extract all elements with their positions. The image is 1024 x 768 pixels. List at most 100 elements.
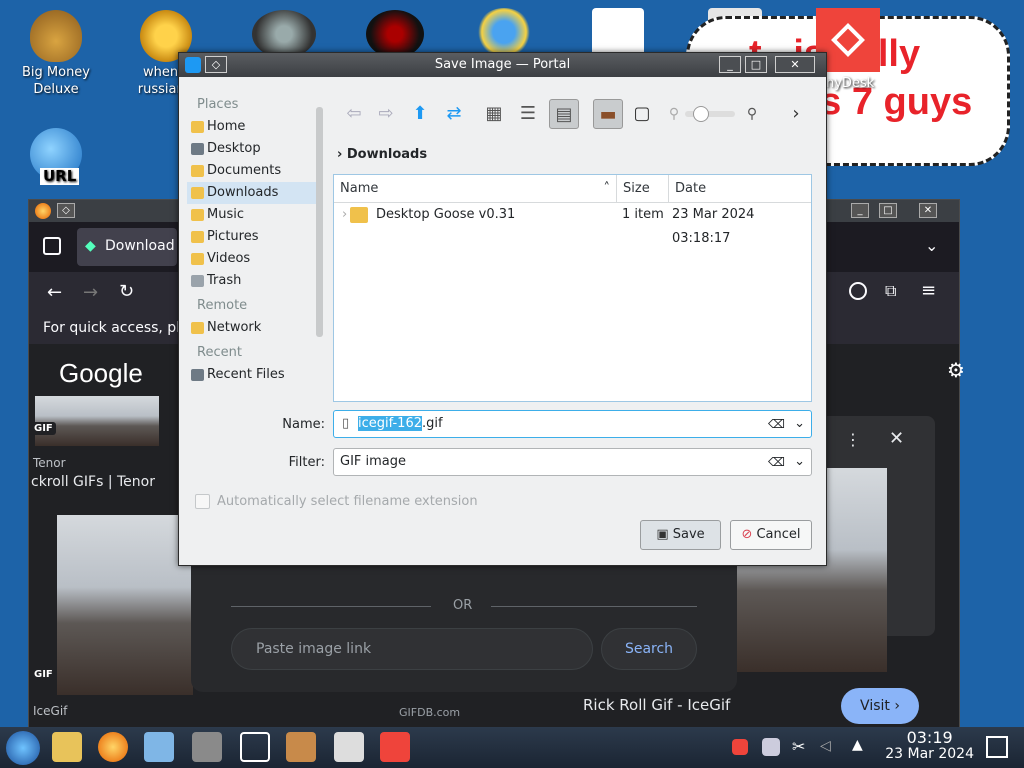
cancel-button[interactable]: ⊘ Cancel (730, 520, 812, 550)
places-item-trash[interactable]: Trash (187, 270, 317, 292)
places-item-music[interactable]: Music (187, 204, 317, 226)
network-folder-icon (191, 322, 204, 334)
detail-view-icon[interactable]: ▤ (549, 99, 579, 129)
tab-download[interactable]: ◆ Download (77, 228, 177, 266)
anydesk-taskbar-icon[interactable] (380, 732, 410, 762)
expand-chevron-icon[interactable]: › (342, 203, 347, 227)
result-source-icegif: IceGif (33, 704, 68, 718)
xwindow-icon[interactable] (334, 732, 364, 762)
preview-toggle-icon[interactable]: ▬ (593, 99, 623, 129)
visit-button[interactable]: Visit › (841, 688, 919, 724)
filter-combobox[interactable]: GIF image ⌫ ⌄ (333, 448, 812, 476)
clock[interactable]: 03:19 23 Mar 2024 (885, 729, 974, 763)
home-folder-icon (191, 121, 204, 133)
control-panel-icon[interactable] (144, 732, 174, 762)
places-item-videos[interactable]: Videos (187, 248, 317, 270)
dialog-maximize-button[interactable]: □ (745, 56, 767, 73)
browser-close-button[interactable]: ✕ (919, 203, 937, 218)
dialog-close-button[interactable]: ✕ (775, 56, 815, 73)
result-source-gifdb: GIFDB.com (399, 706, 461, 719)
chevron-down-icon[interactable]: ⌄ (794, 449, 805, 475)
reload-icon[interactable]: ⇄ (439, 99, 469, 129)
browser-maximize-button[interactable]: □ (879, 203, 897, 218)
image-search-popup: OR Paste image link Search (191, 564, 737, 692)
icons-view-icon[interactable]: ▦ (479, 99, 509, 129)
clipboard-tray-icon[interactable] (762, 738, 780, 756)
menu-icon[interactable]: ≡ (921, 280, 936, 301)
result-thumbnail-rick[interactable] (57, 515, 193, 695)
volume-tray-icon[interactable]: ◁ (820, 738, 831, 754)
red-disc-icon[interactable] (366, 10, 424, 58)
column-header-size[interactable]: Size (617, 175, 669, 203)
tray-expand-icon[interactable]: ▲ (852, 737, 863, 753)
clear-text-icon[interactable]: ⌫ (768, 411, 785, 437)
dialog-titlebar: ◇ Save Image — Portal _ □ ✕ (179, 53, 826, 77)
more-options-icon[interactable]: ⋮ (845, 430, 861, 449)
sun-globe-icon[interactable] (476, 8, 532, 56)
extensions-icon[interactable]: ⧉ (885, 281, 896, 301)
google-logo[interactable]: Google (59, 358, 143, 389)
back-arrow-icon[interactable]: ⇦ (339, 99, 369, 129)
zoom-slider-handle[interactable] (693, 106, 709, 122)
reload-icon[interactable]: ↻ (119, 281, 134, 302)
scissors-tray-icon[interactable]: ✂ (792, 737, 805, 756)
close-preview-icon[interactable]: ✕ (889, 428, 904, 449)
search-button[interactable]: Search (601, 628, 697, 670)
file-list[interactable]: Name ˄ Size Date › Desktop Goose v0.31 1 … (333, 174, 812, 402)
browser-minimize-button[interactable]: _ (851, 203, 869, 218)
table-row[interactable]: › Desktop Goose v0.31 1 item 23 Mar 2024… (334, 203, 811, 246)
preview-title[interactable]: Rick Roll Gif - IceGif (583, 696, 730, 714)
window-switcher-icon[interactable] (240, 732, 270, 762)
zoom-slider[interactable] (685, 106, 735, 122)
car-icon[interactable] (192, 732, 222, 762)
back-icon[interactable]: ← (47, 282, 62, 303)
file-manager-icon[interactable] (52, 732, 82, 762)
result-title[interactable]: ckroll GIFs | Tenor (31, 474, 155, 490)
places-scrollbar[interactable] (316, 107, 323, 337)
places-item-pictures[interactable]: Pictures (187, 226, 317, 248)
settings-gear-icon[interactable]: ⚙ (947, 358, 965, 382)
windows-shortcut-icon[interactable] (592, 8, 644, 56)
firefox-taskbar-icon[interactable] (98, 732, 128, 762)
column-header-name[interactable]: Name ˄ (334, 175, 617, 203)
clear-filter-icon[interactable]: ⌫ (768, 449, 785, 475)
filename-input[interactable]: ▯ icegif-162.gif ⌫ ⌄ (333, 410, 812, 438)
tab-list-chevron-icon[interactable]: ⌄ (925, 236, 938, 255)
start-menu-icon[interactable] (6, 731, 40, 765)
filename-suffix: .gif (422, 416, 443, 431)
result-thumbnail[interactable] (35, 396, 159, 446)
account-icon[interactable] (849, 282, 867, 300)
more-chevron-icon[interactable]: › (781, 99, 811, 129)
forward-icon[interactable]: → (83, 282, 98, 303)
package-icon[interactable] (286, 732, 316, 762)
anydesk-tray-icon[interactable] (732, 739, 748, 755)
column-header-date[interactable]: Date (669, 175, 811, 203)
compact-view-icon[interactable]: ☰ (513, 99, 543, 129)
speedometer-icon[interactable] (252, 10, 316, 58)
places-item-home[interactable]: Home (187, 116, 317, 138)
dialog-pin-button[interactable]: ◇ (205, 56, 227, 73)
show-desktop-icon[interactable] (986, 736, 1008, 758)
tab-overview-icon[interactable] (43, 237, 61, 255)
auto-extension-checkbox[interactable] (195, 494, 210, 509)
places-heading: Places (197, 97, 239, 112)
zoom-in-icon[interactable]: ⚲ (737, 99, 767, 129)
sidebar-panel-icon[interactable]: ▢ (627, 99, 657, 129)
dialog-minimize-button[interactable]: _ (719, 56, 741, 73)
documents-folder-icon (191, 165, 204, 177)
places-item-desktop[interactable]: Desktop (187, 138, 317, 160)
browser-pin-button[interactable]: ◇ (57, 203, 75, 218)
places-item-label: Videos (207, 251, 251, 266)
places-item-network[interactable]: Network (187, 317, 317, 339)
desktop-icon-big-money[interactable]: Big Money Deluxe (6, 10, 106, 98)
places-item-recent-files[interactable]: Recent Files (187, 364, 317, 386)
desktop-icon-url[interactable]: URL (6, 128, 106, 185)
places-item-documents[interactable]: Documents (187, 160, 317, 182)
forward-arrow-icon[interactable]: ⇨ (371, 99, 401, 129)
paste-image-link-input[interactable]: Paste image link (231, 628, 593, 670)
chevron-down-icon[interactable]: ⌄ (794, 411, 805, 437)
save-button[interactable]: ▣ Save (640, 520, 721, 550)
places-item-downloads[interactable]: Downloads (187, 182, 317, 204)
parent-folder-up-icon[interactable]: ⬆ (405, 99, 435, 129)
breadcrumb[interactable]: › Downloads (337, 147, 427, 162)
